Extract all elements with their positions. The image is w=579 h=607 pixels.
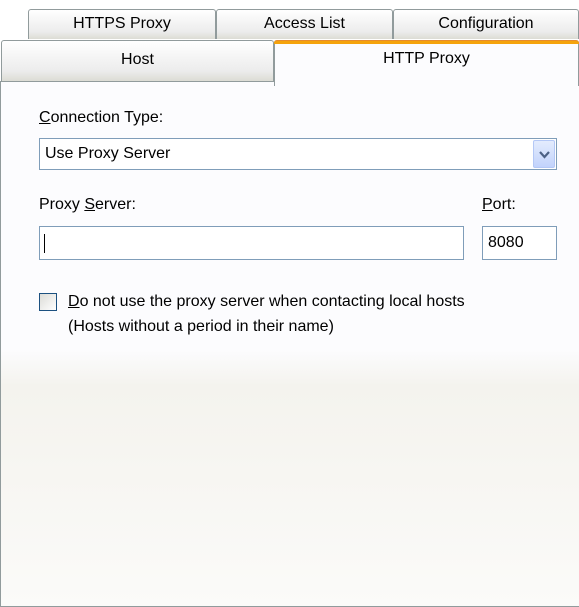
connection-type-value: Use Proxy Server <box>45 145 171 162</box>
tab-https-proxy[interactable]: HTTPS Proxy <box>28 9 216 39</box>
local-hosts-label[interactable]: Do not use the proxy server when contact… <box>68 289 465 339</box>
tab-http-proxy[interactable]: HTTP Proxy <box>274 40 579 86</box>
local-hosts-checkbox[interactable] <box>39 293 57 311</box>
tab-access-list[interactable]: Access List <box>216 9 393 39</box>
tab-host[interactable]: Host <box>1 40 274 82</box>
connection-type-select[interactable]: Use Proxy Server <box>39 138 557 170</box>
text-caret <box>44 234 45 253</box>
tab-label: Configuration <box>438 15 534 32</box>
local-hosts-label-line1: Do not use the proxy server when contact… <box>68 293 465 310</box>
chevron-down-icon <box>539 151 550 159</box>
proxy-server-label: Proxy Server: <box>39 196 136 213</box>
tab-configuration[interactable]: Configuration <box>393 9 579 39</box>
tab-label: Access List <box>264 15 345 32</box>
connection-type-label: Connection Type: <box>39 109 164 126</box>
dropdown-button[interactable] <box>533 140 555 168</box>
port-value: 8080 <box>488 234 524 251</box>
tab-label: Host <box>121 51 154 68</box>
port-label: Port: <box>482 196 516 213</box>
tab-strip: HTTPS Proxy Access List Configuration Ho… <box>0 0 579 86</box>
tab-label: HTTP Proxy <box>383 50 470 67</box>
port-input[interactable]: 8080 <box>482 226 557 260</box>
local-hosts-label-line2: (Hosts without a period in their name) <box>68 318 334 335</box>
proxy-server-input[interactable] <box>39 226 464 260</box>
tab-label: HTTPS Proxy <box>73 15 171 32</box>
